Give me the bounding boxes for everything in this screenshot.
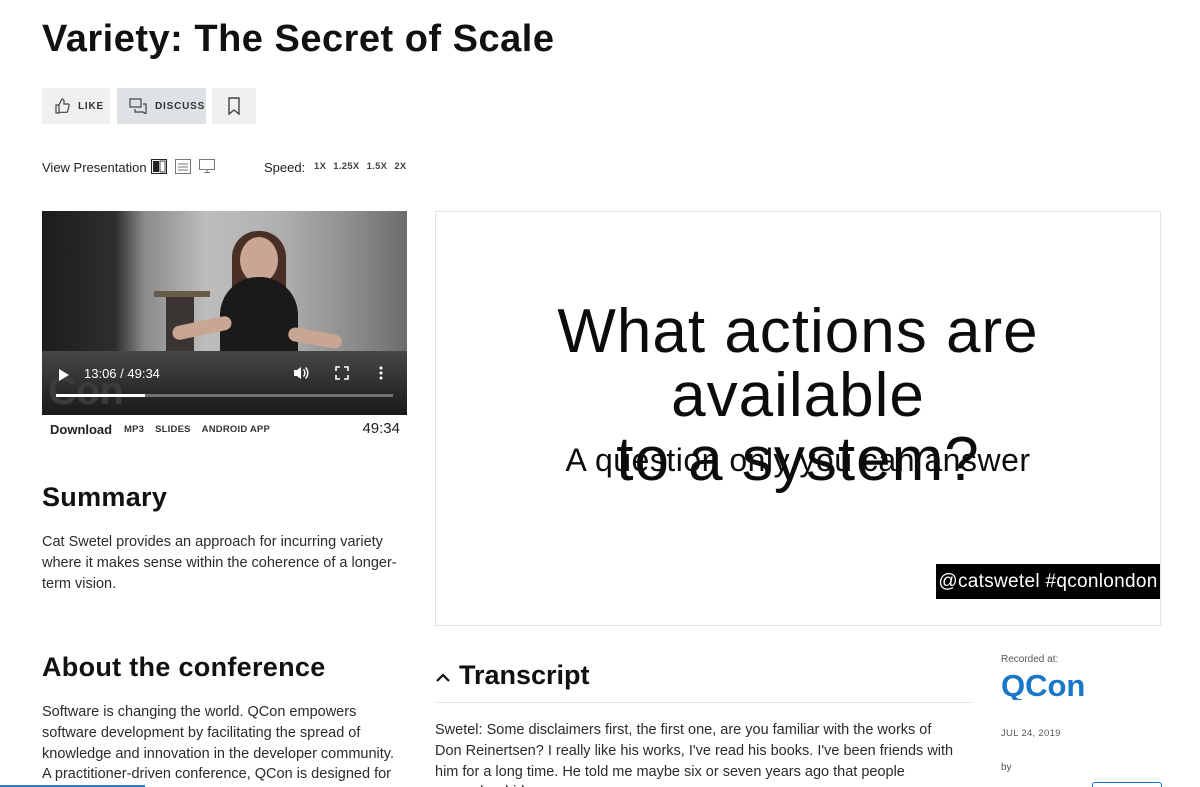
horizontal-view-icon[interactable] bbox=[175, 159, 191, 179]
discuss-label: Discuss bbox=[155, 100, 206, 112]
about-conference-heading: About the conference bbox=[42, 652, 326, 682]
qcon-logo-text: QCon bbox=[1001, 670, 1085, 700]
video-controls: 13:06 / 49:34 bbox=[42, 359, 407, 415]
summary-text: Cat Swetel provides an approach for incu… bbox=[42, 534, 397, 592]
speed-option-1x[interactable]: 1X bbox=[314, 161, 326, 172]
slide-subtitle: A question only you can answer bbox=[565, 442, 1031, 478]
speed-option-1-25x[interactable]: 1.25X bbox=[333, 161, 359, 172]
recorded-at-label: Recorded at: bbox=[1001, 654, 1059, 665]
chat-bubbles-icon bbox=[129, 98, 147, 114]
full-slides-icon[interactable] bbox=[199, 159, 215, 179]
more-options-icon[interactable] bbox=[378, 365, 384, 386]
split-view-icon[interactable] bbox=[151, 159, 167, 179]
qcon-logo[interactable]: QCon bbox=[1001, 668, 1087, 705]
download-mp3-link[interactable]: MP3 bbox=[124, 424, 144, 435]
slide-headline-line-1: What actions are available bbox=[557, 297, 1039, 430]
volume-icon[interactable] bbox=[293, 365, 309, 386]
qcon-logo-mark: QCon bbox=[1001, 668, 1085, 703]
recorded-date: JUL 24, 2019 bbox=[1001, 728, 1061, 739]
transcript-text: Swetel: Some disclaimers first, the firs… bbox=[435, 722, 954, 787]
download-label: Download bbox=[50, 422, 113, 437]
fullscreen-icon[interactable] bbox=[335, 366, 349, 385]
follow-author-button[interactable] bbox=[1092, 782, 1162, 787]
view-mode-switcher bbox=[151, 159, 215, 179]
summary-heading: Summary bbox=[42, 482, 168, 512]
about-conference-text: Software is changing the world. QCon emp… bbox=[42, 704, 394, 783]
video-duration: 49:34 bbox=[362, 420, 400, 437]
speed-label: Speed: bbox=[264, 160, 306, 175]
discuss-button[interactable]: Discuss bbox=[117, 88, 206, 124]
speed-option-1-5x[interactable]: 1.5X bbox=[367, 161, 388, 172]
thumbs-up-icon bbox=[54, 98, 70, 114]
slide-social-handle: @catswetel #qconlondon bbox=[936, 564, 1160, 599]
chevron-up-icon[interactable] bbox=[435, 670, 451, 691]
speed-option-2x[interactable]: 2X bbox=[394, 161, 406, 172]
by-label: by bbox=[1001, 762, 1012, 773]
bookmark-icon bbox=[227, 97, 241, 115]
play-icon[interactable] bbox=[56, 367, 72, 383]
speed-options: 1X 1.25X 1.5X 2X bbox=[314, 161, 407, 172]
download-android-app-link[interactable]: ANDROID APP bbox=[202, 424, 270, 435]
like-button[interactable]: Like bbox=[42, 88, 110, 124]
transcript-header[interactable]: Transcript bbox=[435, 660, 972, 703]
video-time: 13:06 / 49:34 bbox=[84, 366, 160, 381]
download-bar: Download MP3 SLIDES ANDROID APP 49:34 bbox=[42, 418, 407, 442]
video-progress-bar[interactable] bbox=[56, 394, 393, 397]
view-presentation-label: View Presentation bbox=[42, 160, 147, 175]
download-slides-link[interactable]: SLIDES bbox=[155, 424, 191, 435]
video-player[interactable]: Con 13:06 / 49:34 bbox=[42, 211, 407, 415]
transcript-heading: Transcript bbox=[459, 660, 590, 690]
page-title: Variety: The Secret of Scale bbox=[42, 18, 555, 60]
like-label: Like bbox=[78, 100, 104, 112]
video-progress-fill bbox=[56, 394, 145, 397]
download-links: MP3 SLIDES ANDROID APP bbox=[124, 424, 270, 435]
bookmark-button[interactable] bbox=[212, 88, 256, 124]
presentation-slide: What actions are available to a system? … bbox=[435, 211, 1161, 626]
